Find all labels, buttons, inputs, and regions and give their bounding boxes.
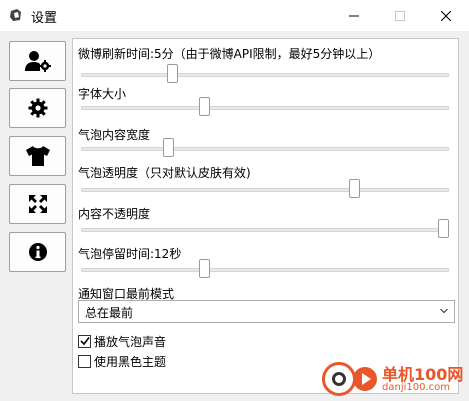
app-icon	[10, 9, 21, 21]
slider-track	[81, 73, 449, 77]
title-bar: 设置	[0, 0, 469, 31]
dark-theme-checkbox[interactable]	[78, 354, 91, 368]
bubble-transparency-slider[interactable]	[81, 179, 449, 199]
expand-arrows-icon	[28, 195, 47, 213]
bubble-duration-slider[interactable]	[81, 259, 449, 279]
watermark-url: danji100.com	[382, 382, 450, 393]
play-icon	[353, 367, 377, 391]
font-size-slider[interactable]	[81, 97, 449, 117]
content-opacity-slider[interactable]	[81, 219, 449, 239]
close-icon	[441, 10, 451, 21]
play-sound-option[interactable]: 播放气泡声音	[78, 333, 166, 349]
dark-theme-option[interactable]: 使用黑色主题	[78, 353, 166, 369]
slider-track	[81, 188, 449, 192]
info-icon	[28, 243, 47, 261]
minimize-button[interactable]	[331, 0, 377, 31]
maximize-icon	[395, 10, 405, 21]
checkmark-icon	[79, 337, 90, 346]
notify-mode-select[interactable]: 总在最前	[78, 300, 455, 323]
sidebar-settings-button[interactable]	[9, 88, 66, 128]
slider-thumb[interactable]	[166, 64, 178, 83]
slider-track	[81, 228, 449, 232]
minimize-icon	[349, 15, 359, 16]
sidebar-account-button[interactable]	[9, 41, 66, 81]
slider-thumb[interactable]	[438, 219, 449, 238]
chevron-down-icon	[440, 308, 448, 314]
play-sound-label: 播放气泡声音	[94, 334, 167, 349]
sidebar-skin-button[interactable]	[9, 136, 66, 176]
watermark-logo	[322, 362, 356, 396]
slider-track	[81, 268, 449, 272]
user-settings-icon	[24, 51, 51, 72]
slider-track	[81, 106, 449, 110]
tshirt-icon	[25, 146, 50, 166]
gear-icon	[28, 98, 47, 118]
site-watermark: 单机100网 danji100.com	[322, 360, 467, 400]
slider-track	[81, 147, 449, 151]
refresh-interval-label: 微博刷新时间:5分（由于微博API限制，最好5分钟以上）	[78, 47, 381, 61]
slider-thumb[interactable]	[198, 97, 210, 116]
play-sound-checkbox[interactable]	[78, 334, 91, 348]
sidebar-window-button[interactable]	[9, 184, 66, 224]
notify-mode-value: 总在最前	[85, 306, 134, 320]
window-title: 设置	[31, 11, 58, 26]
close-button[interactable]	[423, 0, 469, 31]
slider-thumb[interactable]	[348, 179, 360, 198]
slider-thumb[interactable]	[198, 259, 210, 278]
slider-thumb[interactable]	[163, 138, 175, 157]
settings-panel: 微博刷新时间:5分（由于微博API限制，最好5分钟以上） 字体大小 气泡内容宽度…	[72, 38, 459, 394]
sidebar-about-button[interactable]	[9, 232, 66, 272]
maximize-button[interactable]	[377, 0, 423, 31]
bubble-width-slider[interactable]	[81, 138, 449, 158]
refresh-interval-slider[interactable]	[81, 64, 449, 84]
dark-theme-label: 使用黑色主题	[94, 354, 167, 369]
